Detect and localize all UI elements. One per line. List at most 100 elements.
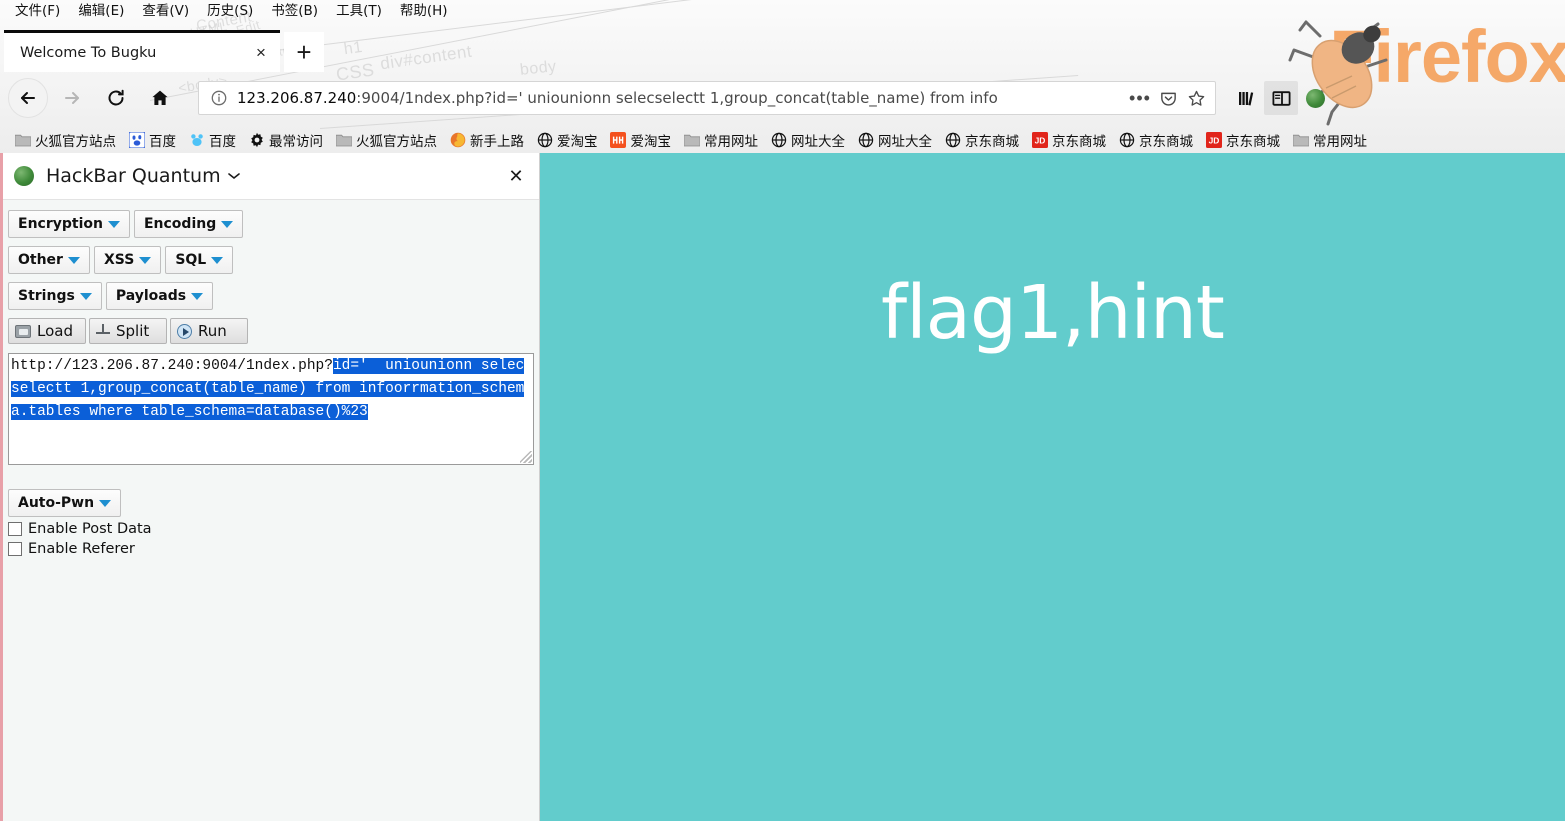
encoding-dropdown[interactable]: Encoding [133, 210, 244, 238]
url-path: :9004/1ndex.php?id=' uniounionn selecsel… [356, 89, 998, 107]
page-heading: flag1,hint [881, 270, 1225, 356]
folder-icon [14, 131, 31, 148]
bookmark-item[interactable]: 京东商城 [938, 128, 1025, 151]
url-text[interactable]: 123.206.87.240:9004/1ndex.php?id=' uniou… [237, 89, 1125, 107]
globe-icon [857, 131, 874, 148]
bookmark-item[interactable]: 爱淘宝 [530, 128, 604, 151]
menu-item-history[interactable]: 历史(S) [198, 1, 262, 21]
request-url-textarea[interactable]: http://123.206.87.240:9004/1ndex.php?id=… [8, 353, 534, 465]
load-label: Load [37, 322, 73, 340]
xss-dropdown[interactable]: XSS [93, 246, 162, 274]
menu-item-help[interactable]: 帮助(H) [391, 1, 457, 21]
bookmark-label: 京东商城 [1226, 133, 1280, 150]
bookmark-item[interactable]: 常用网址 [1286, 128, 1373, 151]
tab-active[interactable]: Welcome To Bugku × [4, 30, 280, 72]
forward-button[interactable] [52, 78, 92, 118]
bookmark-item[interactable]: JD 京东商城 [1199, 128, 1286, 151]
bookmark-label: 京东商城 [1052, 133, 1106, 150]
reload-button[interactable] [96, 78, 136, 118]
enable-referer-checkbox[interactable] [8, 542, 22, 556]
request-url-prefix: http://123.206.87.240:9004/1ndex.php? [11, 358, 333, 374]
encryption-dropdown[interactable]: Encryption [8, 210, 130, 238]
strings-dropdown[interactable]: Strings [8, 282, 102, 310]
xss-label: XSS [103, 252, 135, 268]
new-tab-button[interactable]: + [284, 32, 324, 72]
bookmark-label: 京东商城 [1139, 133, 1193, 150]
pocket-icon[interactable] [1155, 85, 1181, 111]
home-icon [152, 90, 168, 105]
bookmark-item[interactable]: 百度 [182, 128, 242, 151]
sidebar-toggle-icon[interactable] [1264, 81, 1298, 115]
tab-close-icon[interactable]: × [250, 42, 272, 64]
bookmark-item[interactable]: 新手上路 [443, 128, 530, 151]
bookmark-label: 京东商城 [965, 133, 1019, 150]
enable-referer-row[interactable]: Enable Referer [8, 541, 531, 557]
bookmark-item[interactable]: JD 京东商城 [1025, 128, 1112, 151]
chevron-down-icon [107, 220, 120, 228]
browser-window: HTML Content Edit h1 div#content CSS bod… [0, 0, 1565, 821]
panel-edge-stripe [0, 153, 3, 821]
hackbar-dropdown-row-2: Other XSS SQL [8, 246, 531, 274]
bookmark-item[interactable]: 火狐官方站点 [329, 128, 443, 151]
baidu-paw-icon [128, 131, 145, 148]
menu-item-edit[interactable]: 编辑(E) [69, 1, 133, 21]
svg-text:JD: JD [1208, 135, 1219, 145]
bookmark-item[interactable]: 爱淘宝 [604, 128, 678, 151]
bookmark-item[interactable]: 网址大全 [851, 128, 938, 151]
bookmark-label: 爱淘宝 [557, 133, 598, 150]
split-button[interactable]: Split [89, 318, 167, 344]
load-button[interactable]: Load [8, 318, 86, 344]
chevron-down-icon [67, 256, 80, 264]
back-button[interactable] [8, 78, 48, 118]
hackbar-logo-icon [14, 166, 34, 186]
baidu-bear-icon [188, 131, 205, 148]
enable-post-data-row[interactable]: Enable Post Data [8, 521, 531, 537]
bookmark-item[interactable]: 常用网址 [677, 128, 764, 151]
globe-icon [1118, 131, 1135, 148]
url-bar[interactable]: 123.206.87.240:9004/1ndex.php?id=' uniou… [198, 81, 1216, 115]
bookmark-label: 火狐官方站点 [35, 133, 116, 150]
menu-item-file[interactable]: 文件(F) [6, 1, 69, 21]
url-bar-icons: ••• [1125, 85, 1209, 111]
star-icon[interactable] [1183, 85, 1209, 111]
menu-item-tools[interactable]: 工具(T) [327, 1, 391, 21]
bookmark-label: 常用网址 [1313, 133, 1367, 150]
page-actions-button[interactable]: ••• [1127, 85, 1153, 111]
run-button[interactable]: Run [170, 318, 248, 344]
sql-dropdown[interactable]: SQL [165, 246, 234, 274]
hackbar-title: HackBar Quantum [46, 165, 221, 187]
other-dropdown[interactable]: Other [8, 246, 90, 274]
menu-item-bookmarks[interactable]: 书签(B) [262, 1, 327, 21]
url-host: 123.206.87.240 [237, 89, 357, 107]
bookmark-item[interactable]: 百度 [122, 128, 182, 151]
menu-item-view[interactable]: 查看(V) [133, 1, 198, 21]
panel-close-icon[interactable]: ✕ [505, 166, 527, 187]
gear-icon [248, 131, 265, 148]
hackbar-panel: HackBar Quantum ✕ Encryption Encoding Ot… [0, 153, 540, 821]
hackbar-header: HackBar Quantum ✕ [0, 153, 539, 200]
load-icon [15, 324, 31, 338]
hackbar-action-row: Load Split Run [8, 318, 531, 344]
bookmark-item[interactable]: 火狐官方站点 [8, 128, 122, 151]
bookmark-label: 火狐官方站点 [356, 133, 437, 150]
bookmark-item[interactable]: 最常访问 [242, 128, 329, 151]
enable-post-data-checkbox[interactable] [8, 522, 22, 536]
library-icon[interactable] [1230, 81, 1264, 115]
info-circle-icon[interactable] [209, 88, 229, 108]
chevron-down-icon [99, 499, 112, 507]
toolbar-right-icons [1230, 81, 1332, 115]
bookmarks-bar: 火狐官方站点 百度 百度 最常访问 火狐官方站点 新手上路 爱淘宝 爱淘宝 常用… [0, 126, 1565, 153]
hackbar-dropdown-row-1: Encryption Encoding [8, 210, 531, 238]
strings-label: Strings [18, 288, 75, 304]
textarea-resize-handle[interactable] [520, 451, 532, 463]
payloads-dropdown[interactable]: Payloads [105, 282, 214, 310]
navigation-toolbar: 123.206.87.240:9004/1ndex.php?id=' uniou… [0, 74, 1565, 122]
home-button[interactable] [140, 78, 180, 118]
auto-pwn-dropdown[interactable]: Auto-Pwn [8, 489, 122, 517]
arrow-right-icon [65, 92, 79, 104]
bookmark-item[interactable]: 网址大全 [764, 128, 851, 151]
bookmark-label: 最常访问 [269, 133, 323, 150]
bookmark-item[interactable]: 京东商城 [1112, 128, 1199, 151]
chevron-down-icon[interactable] [227, 169, 240, 183]
hackbar-extension-icon[interactable] [1298, 81, 1332, 115]
